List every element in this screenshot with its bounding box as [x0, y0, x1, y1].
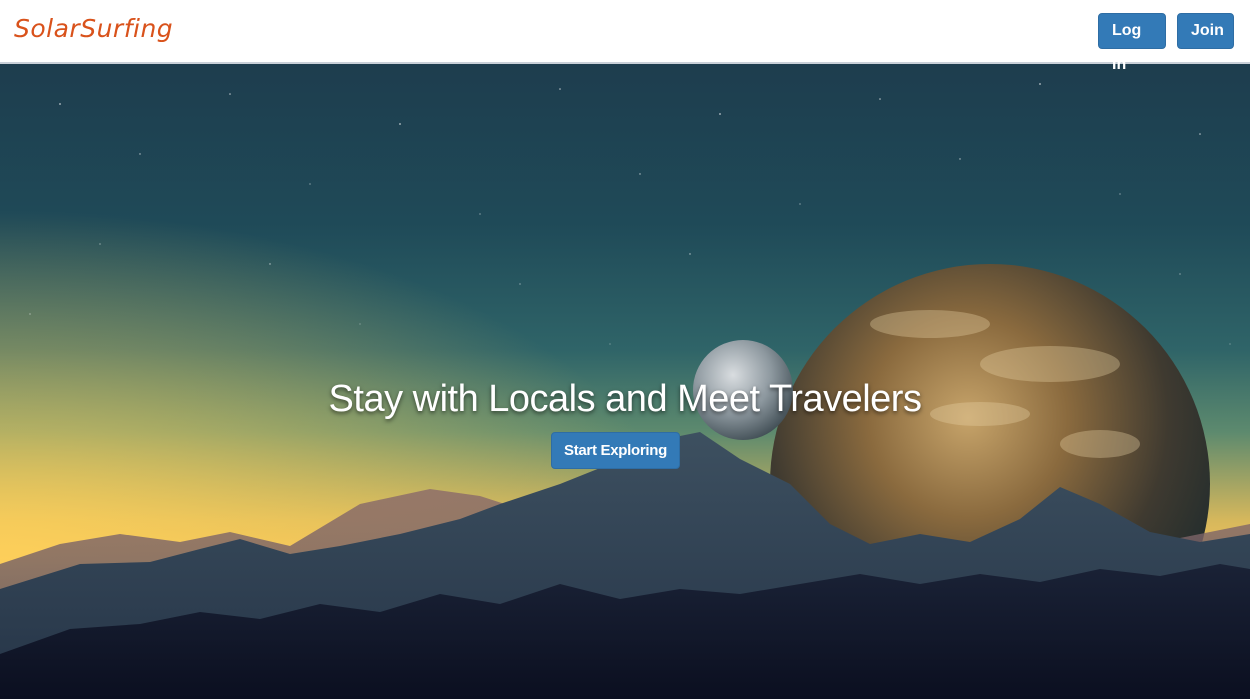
top-navbar: SolarSurfing Log In Join — [0, 0, 1250, 73]
hero-section: Stay with Locals and Meet Travelers Star… — [0, 64, 1250, 699]
start-exploring-button[interactable]: Start Exploring — [551, 432, 680, 469]
join-button[interactable]: Join — [1177, 13, 1234, 49]
hero-title: Stay with Locals and Meet Travelers — [328, 378, 922, 420]
login-button[interactable]: Log In — [1098, 13, 1166, 73]
brand-logo[interactable]: SolarSurfing — [14, 14, 173, 43]
